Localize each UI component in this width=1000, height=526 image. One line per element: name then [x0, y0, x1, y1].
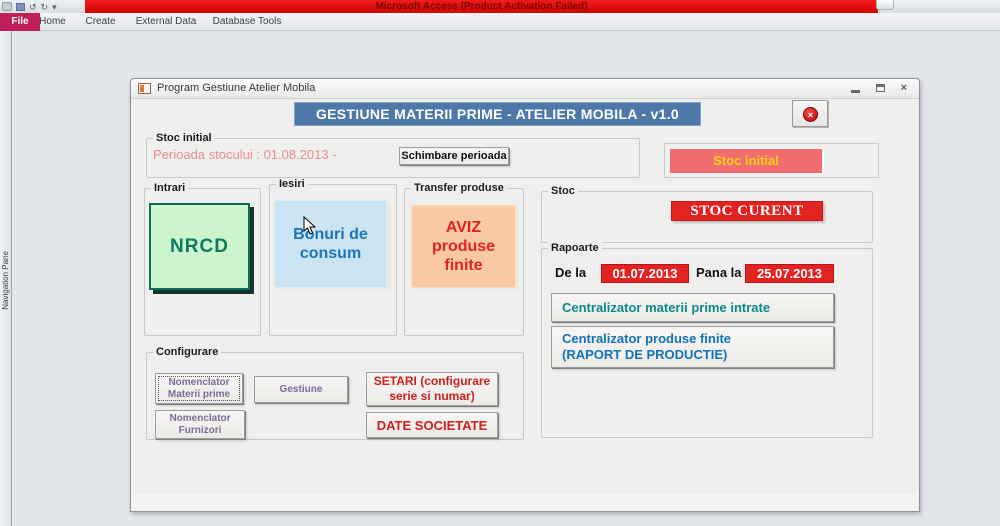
- bonuri-de-consum-button[interactable]: Bonuri de consum: [274, 200, 387, 288]
- form-close-icon[interactable]: ×: [901, 83, 907, 94]
- tab-create[interactable]: Create: [78, 13, 123, 31]
- access-workspace: ↺ ↻ ▾ Microsoft Access (Product Activati…: [0, 0, 1000, 526]
- qat-dropdown-icon[interactable]: ▾: [52, 2, 57, 12]
- os-titlebar: ↺ ↻ ▾ Microsoft Access (Product Activati…: [0, 0, 1000, 13]
- redo-icon[interactable]: ↻: [41, 2, 49, 12]
- form-footer-strip: [132, 494, 918, 510]
- form-heading: GESTIUNE MATERII PRIME - ATELIER MOBILA …: [294, 102, 701, 126]
- stoc-curent-button[interactable]: STOC CURENT: [671, 201, 823, 221]
- group-rapoarte-label: Rapoarte: [548, 242, 602, 255]
- form-icon: [138, 83, 151, 94]
- centralizator-produse-finite-button[interactable]: Centralizator produse finite (RAPORT DE …: [551, 326, 834, 368]
- form-restore-icon[interactable]: [875, 84, 885, 92]
- titlebar-red-band: Microsoft Access (Product Activation Fai…: [85, 0, 878, 13]
- navigation-pane-label: Navigation Pane: [1, 251, 10, 310]
- centralizator-materii-prime-button[interactable]: Centralizator materii prime intrate: [551, 293, 834, 322]
- group-intrari-label: Intrari: [151, 182, 189, 195]
- tab-external-data[interactable]: External Data: [126, 13, 206, 31]
- close-circle-icon: ×: [803, 107, 818, 122]
- form-titlebar[interactable]: Program Gestiune Atelier Mobila ×: [131, 79, 919, 99]
- exit-button[interactable]: ×: [792, 100, 828, 127]
- group-stoc-initial-label: Stoc initial: [153, 132, 215, 145]
- schimbare-perioada-button[interactable]: Schimbare perioada: [399, 147, 509, 165]
- undo-icon[interactable]: ↺: [29, 2, 37, 12]
- perioada-stocului-text: Perioada stocului : 01.08.2013 -: [153, 147, 337, 162]
- group-transfer-produse-label: Transfer produse: [411, 182, 507, 195]
- pana-la-label: Pana la: [696, 265, 742, 280]
- group-configurare-label: Configurare: [153, 346, 222, 359]
- window-title: Microsoft Access (Product Activation Fai…: [375, 1, 588, 12]
- nomenclator-materii-prime-button[interactable]: Nomenclator Materii prime: [155, 373, 243, 404]
- centralizator-produse-line2: (RAPORT DE PRODUCTIE): [562, 347, 728, 362]
- form-window: Program Gestiune Atelier Mobila × GESTIU…: [130, 78, 920, 512]
- de-la-label: De la: [555, 265, 587, 280]
- pana-la-date-field[interactable]: 25.07.2013: [745, 264, 834, 283]
- nomenclator-furnizori-button[interactable]: Nomenclator Furnizori: [155, 410, 245, 439]
- nrcd-button[interactable]: NRCD: [149, 203, 250, 290]
- ribbon-corner-button[interactable]: [876, 0, 894, 10]
- setari-button[interactable]: SETARI (configurare serie si numar): [366, 372, 498, 406]
- access-app-icon[interactable]: [2, 2, 12, 11]
- save-icon[interactable]: [16, 2, 25, 11]
- form-title: Program Gestiune Atelier Mobila: [157, 82, 316, 94]
- date-societate-button[interactable]: DATE SOCIETATE: [366, 412, 498, 438]
- form-minimize-icon[interactable]: [850, 89, 860, 93]
- tab-database-tools[interactable]: Database Tools: [202, 13, 292, 31]
- gestiune-button[interactable]: Gestiune: [254, 376, 348, 403]
- mouse-cursor: [303, 216, 316, 235]
- centralizator-produse-line1: Centralizator produse finite: [562, 331, 732, 346]
- tab-home[interactable]: Home: [30, 13, 75, 31]
- navigation-pane-collapsed[interactable]: Navigation Pane: [0, 31, 12, 526]
- group-iesiri-label: Iesiri: [276, 178, 308, 191]
- stoc-initial-panel: Stoc initial: [664, 143, 879, 178]
- quick-access-toolbar: ↺ ↻ ▾: [2, 0, 57, 13]
- stoc-initial-button[interactable]: Stoc initial: [670, 149, 822, 173]
- de-la-date-field[interactable]: 01.07.2013: [601, 264, 689, 283]
- aviz-produse-finite-button[interactable]: AVIZ produse finite: [411, 205, 516, 288]
- group-stoc-label: Stoc: [548, 185, 578, 198]
- ribbon-tab-row: File Home Create External Data Database …: [0, 13, 1000, 31]
